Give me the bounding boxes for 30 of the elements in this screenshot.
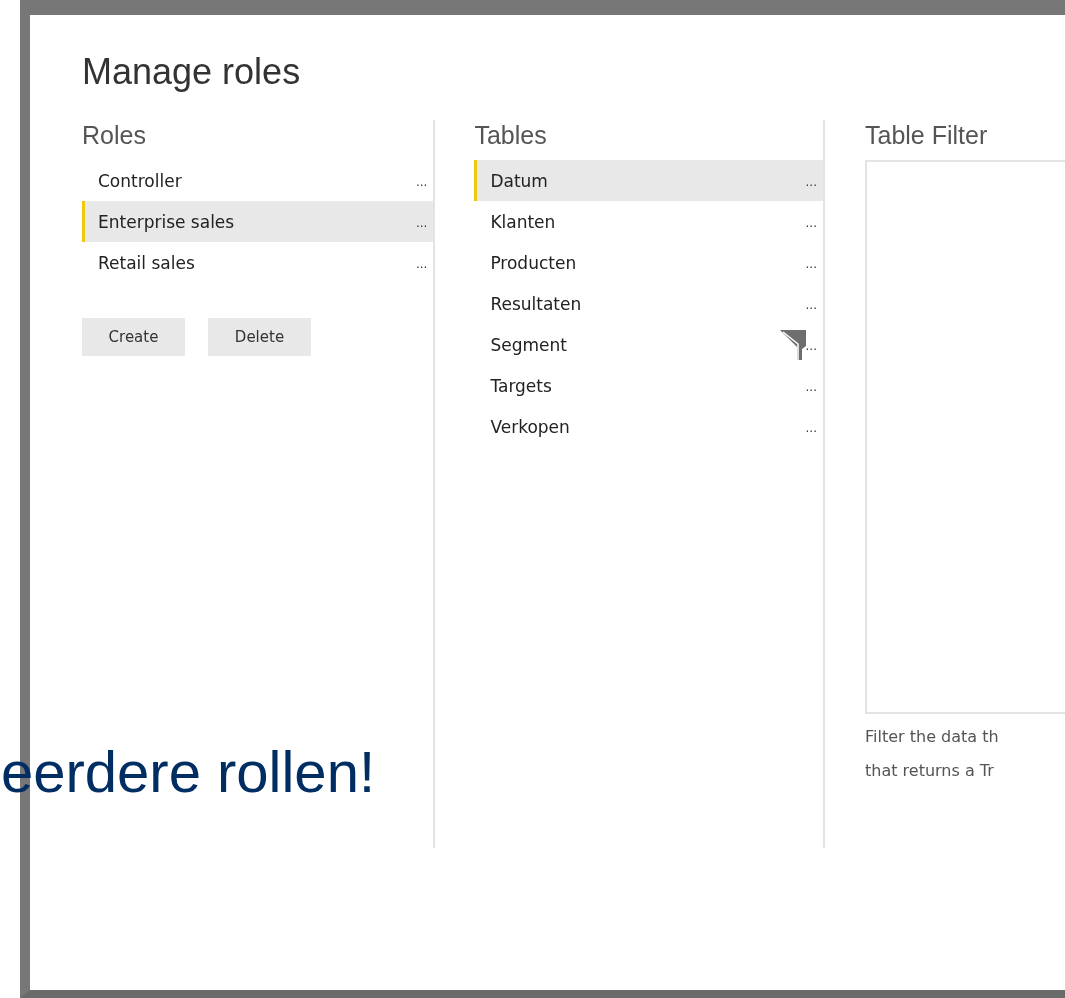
dialog-title: Manage roles [82,50,302,94]
filter-expression-field[interactable] [865,160,1065,714]
more-options-button[interactable]: ... [805,216,817,230]
table-item[interactable]: Targets ... [474,365,823,406]
more-options-button[interactable]: ... [805,380,817,394]
more-options-button[interactable]: ... [805,421,817,435]
more-options-button[interactable]: ... [415,175,428,189]
role-item[interactable]: Enterprise sales ... [82,201,434,242]
table-item[interactable]: Resultaten ... [474,283,823,324]
column-heading: Table Filter [865,120,989,151]
slide-text: eerdere rollen! [1,738,375,805]
role-item[interactable]: Retail sales ... [82,242,434,283]
column-heading: Roles [82,120,147,151]
action-button[interactable]: Create [82,318,185,356]
table-item[interactable]: Verkopen ... [474,406,823,447]
more-options-button[interactable]: ... [805,298,817,312]
table-item[interactable]: Klanten ... [474,201,823,242]
more-options-button[interactable]: ... [805,175,817,189]
table-item[interactable]: Producten ... [474,242,823,283]
more-options-button[interactable]: ... [415,257,428,271]
hint-text: that returns a Tr [865,760,995,782]
column-heading: Tables [474,120,548,151]
table-item[interactable]: Datum ... [474,160,823,201]
more-options-button[interactable]: ... [805,339,817,353]
role-item[interactable]: Controller ... [82,160,434,201]
table-item[interactable]: Segment ... [474,324,823,365]
hint-text: Filter the data th [865,726,1000,748]
action-button[interactable]: Delete [208,318,311,356]
more-options-button[interactable]: ... [805,257,817,271]
more-options-button[interactable]: ... [415,216,428,230]
